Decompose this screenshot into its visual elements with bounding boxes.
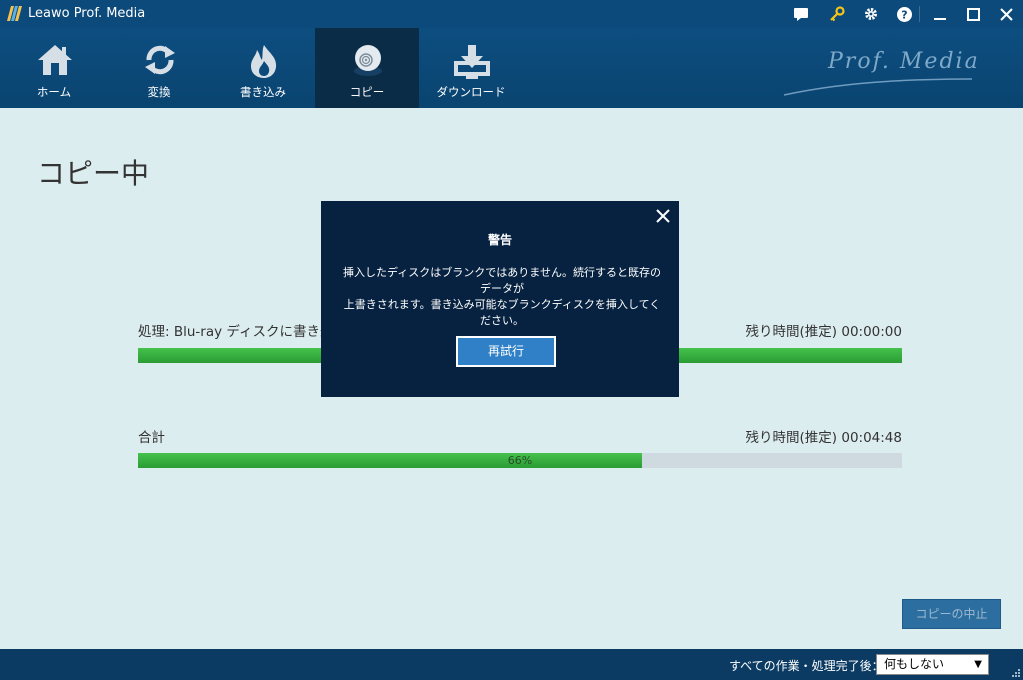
app-title: Leawo Prof. Media (28, 6, 146, 21)
chat-icon[interactable] (793, 6, 809, 22)
help-icon[interactable]: ? (896, 6, 912, 22)
home-icon (38, 45, 72, 75)
total-remaining-time: 残り時間(推定) 00:04:48 (745, 430, 902, 446)
gear-icon[interactable] (863, 6, 879, 22)
total-progress-bar: 66% (138, 453, 902, 468)
tab-download-label: ダウンロード (436, 85, 506, 99)
total-progress-percent: 66% (507, 454, 533, 467)
bottom-bar: すべての作業・処理完了後： 何もしない ▼ (0, 649, 1023, 680)
disc-icon (354, 45, 382, 76)
process-label: 処理: Blu-ray ディスクに書き込 (138, 324, 334, 340)
after-completion-select[interactable]: 何もしない ▼ (876, 654, 989, 675)
titlebar-divider (919, 6, 920, 22)
download-icon (454, 45, 490, 79)
dialog-message-line1: 挿入したディスクはブランクではありません。続行すると既存のデータが (343, 266, 661, 295)
key-icon[interactable] (829, 6, 845, 22)
tab-home-label: ホーム (36, 85, 72, 99)
brand-logo: Prof. Media (780, 43, 980, 103)
tab-burn-label: 書き込み (240, 85, 286, 99)
maximize-icon[interactable] (965, 6, 981, 22)
brand-swoosh-icon (783, 78, 973, 96)
dialog-message-line2: 上書きされます。書き込み可能なブランクディスクを挿入してください。 (343, 298, 661, 327)
dialog-message: 挿入したディスクはブランクではありません。続行すると既存のデータが 上書きされま… (339, 265, 665, 329)
title-bar: Leawo Prof. Media ? (0, 0, 1023, 28)
convert-icon (145, 45, 175, 75)
tab-convert[interactable]: 変換 (107, 28, 211, 108)
after-completion-value: 何もしない (884, 657, 945, 671)
burn-icon (251, 45, 277, 78)
tab-burn[interactable]: 書き込み (211, 28, 315, 108)
main-nav: ホーム 変換 書き込み コピー ダウンロード Prof. Media (0, 28, 1023, 108)
tab-copy[interactable]: コピー (315, 28, 419, 108)
process-remaining-time: 残り時間(推定) 00:00:00 (745, 324, 902, 340)
stop-copy-button[interactable]: コピーの中止 (902, 599, 1001, 629)
retry-button[interactable]: 再試行 (456, 336, 556, 367)
total-label: 合計 (138, 430, 165, 446)
warning-dialog: 警告 挿入したディスクはブランクではありません。続行すると既存のデータが 上書き… (321, 201, 679, 397)
page-title: コピー中 (37, 157, 150, 190)
tab-convert-label: 変換 (147, 85, 171, 99)
tab-download[interactable]: ダウンロード (419, 28, 523, 108)
minimize-icon[interactable] (932, 6, 948, 22)
dialog-close-icon[interactable] (655, 208, 671, 224)
tab-home[interactable]: ホーム (2, 28, 106, 108)
resize-grip-icon[interactable] (1012, 669, 1020, 677)
after-completion-label: すべての作業・処理完了後： (729, 659, 884, 673)
close-icon[interactable] (998, 6, 1014, 22)
dialog-title: 警告 (487, 233, 512, 247)
leawo-logo-icon (7, 6, 22, 21)
svg-text:?: ? (901, 8, 907, 21)
chevron-down-icon: ▼ (974, 659, 982, 670)
tab-copy-label: コピー (349, 85, 385, 99)
